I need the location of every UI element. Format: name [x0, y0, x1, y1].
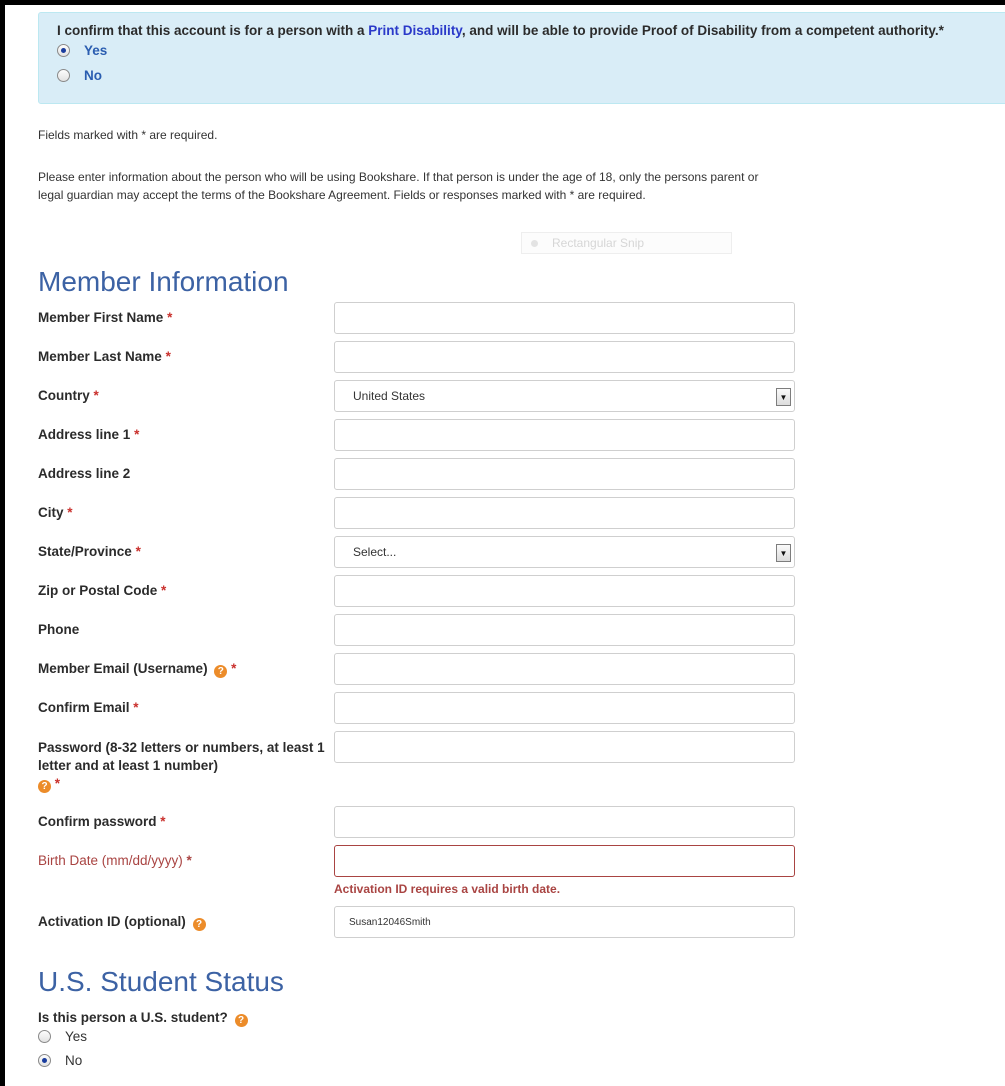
help-icon[interactable]: ?: [234, 1014, 248, 1027]
confirm-password-input[interactable]: [334, 806, 795, 838]
last-name-input[interactable]: [334, 341, 795, 373]
dropdown-arrow-icon[interactable]: ▼: [776, 544, 791, 562]
required-marker: *: [165, 349, 171, 364]
state-selected-value: Select...: [353, 545, 397, 559]
password-input[interactable]: [334, 731, 795, 763]
address-line-2-input[interactable]: [334, 458, 795, 490]
required-marker: *: [167, 310, 173, 325]
confirm-email-input[interactable]: [334, 692, 795, 724]
address-line-1-label: Address line 1 *: [38, 427, 140, 442]
required-marker: *: [67, 505, 73, 520]
confirm-email-label: Confirm Email *: [38, 700, 139, 715]
student-option-yes[interactable]: Yes: [38, 1029, 87, 1044]
radio-no[interactable]: [57, 69, 70, 82]
help-icon[interactable]: ?: [38, 780, 51, 793]
state-province-label: State/Province *: [38, 544, 141, 559]
radio-student-yes[interactable]: [38, 1030, 51, 1043]
help-icon[interactable]: ?: [214, 665, 228, 678]
confirm-password-label: Confirm password *: [38, 814, 166, 829]
zip-code-label: Zip or Postal Code *: [38, 583, 167, 598]
address-line-2-label: Address line 2: [38, 466, 131, 481]
phone-input[interactable]: [334, 614, 795, 646]
birth-date-input[interactable]: [334, 845, 795, 877]
dropdown-arrow-icon[interactable]: ▼: [776, 388, 791, 406]
phone-label: Phone: [38, 622, 80, 637]
member-info-paragraph: Please enter information about the perso…: [38, 170, 759, 202]
student-yes-label[interactable]: Yes: [65, 1029, 87, 1044]
required-marker: *: [161, 583, 167, 598]
radio-yes-selected[interactable]: [57, 44, 70, 57]
student-no-label[interactable]: No: [65, 1053, 82, 1068]
city-input[interactable]: [334, 497, 795, 529]
password-label: Password (8-32 letters or numbers, at le…: [38, 740, 325, 793]
birth-date-error-message: Activation ID requires a valid birth dat…: [334, 882, 561, 896]
disability-option-yes[interactable]: Yes: [57, 43, 107, 58]
state-province-select[interactable]: Select... ▼: [334, 536, 795, 568]
disability-statement: I confirm that this account is for a per…: [57, 23, 944, 38]
activation-id-input[interactable]: [334, 906, 795, 938]
disability-no-label[interactable]: No: [84, 68, 102, 83]
required-marker: *: [135, 544, 141, 559]
required-marker: *: [133, 700, 139, 715]
print-disability-confirmation: I confirm that this account is for a per…: [38, 12, 1005, 104]
first-name-label: Member First Name *: [38, 310, 173, 325]
us-student-question: Is this person a U.S. student? ?: [38, 1010, 248, 1027]
country-select[interactable]: United States ▼: [334, 380, 795, 412]
city-label: City *: [38, 505, 73, 520]
zip-code-input[interactable]: [334, 575, 795, 607]
address-line-1-input[interactable]: [334, 419, 795, 451]
required-marker: *: [54, 776, 61, 791]
birth-date-label: Birth Date (mm/dd/yyyy) *: [38, 853, 192, 868]
required-marker: *: [134, 427, 140, 442]
member-information-heading: Member Information: [38, 266, 289, 297]
disability-option-no[interactable]: No: [57, 68, 102, 83]
snip-mode-icon: [531, 239, 538, 247]
required-marker: *: [938, 23, 944, 38]
window-frame-left: [0, 0, 5, 1086]
country-selected-value: United States: [353, 389, 426, 403]
required-marker: *: [160, 814, 166, 829]
activation-id-label: Activation ID (optional) ?: [38, 913, 206, 931]
snip-label: Rectangular Snip: [552, 236, 645, 250]
print-disability-link[interactable]: Print Disability: [368, 23, 462, 38]
member-email-label: Member Email (Username) ? *: [38, 661, 237, 678]
country-label: Country *: [38, 388, 99, 403]
student-option-no[interactable]: No: [38, 1053, 82, 1068]
required-marker: *: [93, 388, 99, 403]
required-marker: *: [231, 661, 237, 676]
rectangular-snip-overlay: Rectangular Snip: [521, 232, 732, 254]
required-marker: *: [186, 853, 192, 868]
us-student-status-heading: U.S. Student Status: [38, 966, 284, 997]
member-email-input[interactable]: [334, 653, 795, 685]
window-frame-top: [0, 0, 1005, 5]
help-icon[interactable]: ?: [192, 918, 206, 931]
radio-student-no-selected[interactable]: [38, 1054, 51, 1067]
disability-yes-label[interactable]: Yes: [84, 43, 107, 58]
last-name-label: Member Last Name *: [38, 349, 171, 364]
first-name-input[interactable]: [334, 302, 795, 334]
required-fields-note: Fields marked with * are required.: [38, 128, 218, 142]
